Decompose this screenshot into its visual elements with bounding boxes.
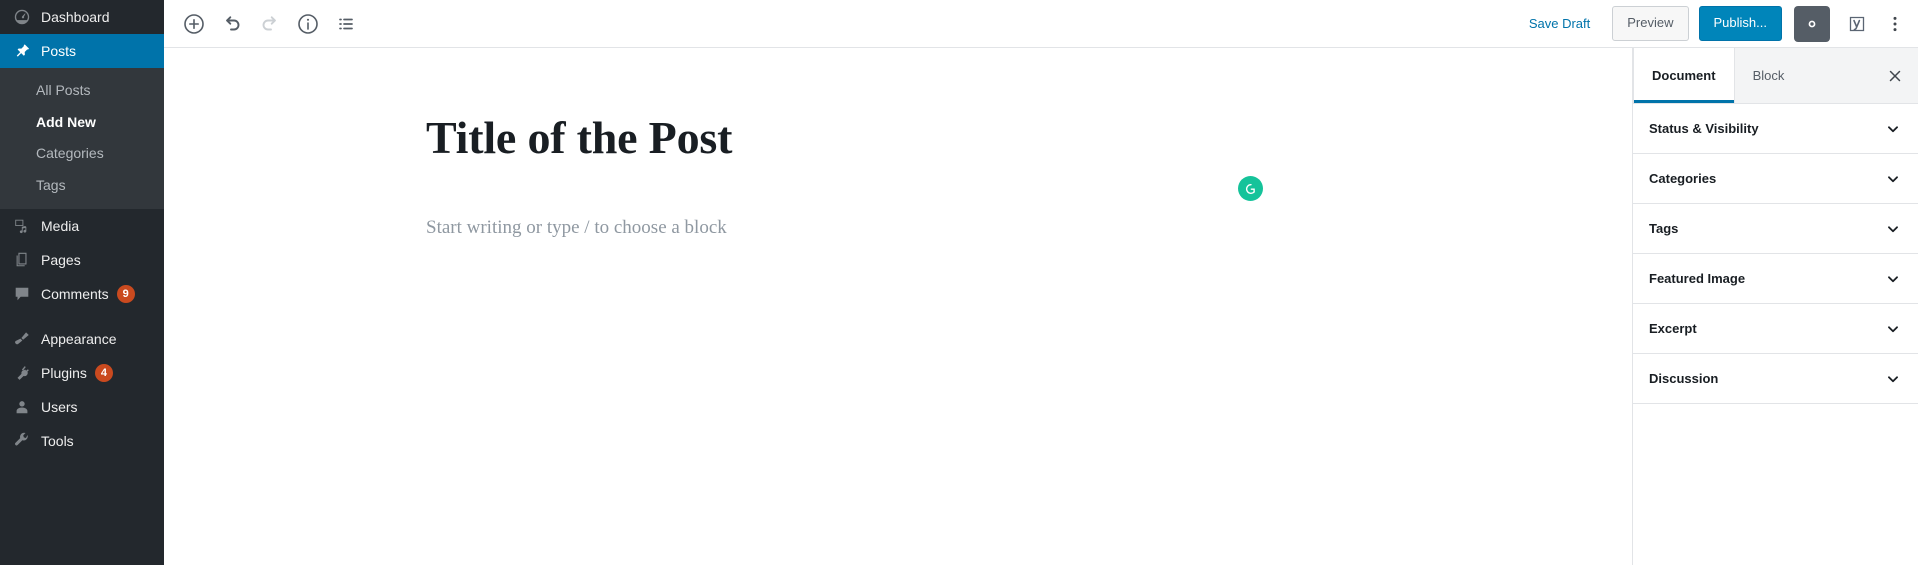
gear-icon[interactable]: [1794, 5, 1830, 42]
panel-featured-image[interactable]: Featured Image: [1633, 254, 1918, 304]
settings-sidebar-tabs: Document Block: [1633, 48, 1918, 104]
panel-title: Featured Image: [1649, 271, 1746, 286]
post-title-input[interactable]: Title of the Post: [426, 110, 1036, 165]
sidebar-item-label: Plugins: [41, 365, 87, 382]
comment-icon: [12, 284, 32, 304]
chevron-down-icon: [1884, 270, 1902, 288]
undo-icon[interactable]: [214, 6, 250, 42]
media-icon: [12, 216, 32, 236]
sidebar-item-label: Appearance: [41, 331, 117, 348]
panel-title: Tags: [1649, 221, 1679, 236]
sidebar-item-label: Users: [41, 399, 78, 416]
sidebar-item-dashboard[interactable]: Dashboard: [0, 0, 164, 34]
editor-canvas[interactable]: Title of the Post Start writing or type …: [164, 48, 1632, 565]
sidebar-item-label: Tools: [41, 433, 74, 450]
pages-icon: [12, 250, 32, 270]
sidebar-item-label: Media: [41, 218, 80, 235]
panel-status-and-visibility[interactable]: Status & Visibility: [1633, 104, 1918, 154]
tab-block[interactable]: Block: [1735, 48, 1803, 103]
chevron-down-icon: [1884, 320, 1902, 338]
tab-document[interactable]: Document: [1633, 48, 1735, 103]
sidebar-item-tools[interactable]: Tools: [0, 424, 164, 458]
preview-button[interactable]: Preview: [1612, 6, 1689, 41]
block-navigation-icon[interactable]: [328, 6, 364, 42]
panel-categories[interactable]: Categories: [1633, 154, 1918, 204]
chevron-down-icon: [1884, 170, 1902, 188]
chevron-down-icon: [1884, 370, 1902, 388]
sidebar-item-users[interactable]: Users: [0, 390, 164, 424]
dashboard-icon: [12, 7, 32, 27]
sidebar-item-pages[interactable]: Pages: [0, 243, 164, 277]
submenu-item-categories[interactable]: Categories: [0, 138, 164, 170]
editor-main: Save Draft Preview Publish... Title of t…: [164, 0, 1918, 565]
chevron-down-icon: [1884, 220, 1902, 238]
panel-title: Categories: [1649, 171, 1717, 186]
sidebar-item-posts[interactable]: Posts: [0, 34, 164, 68]
sidebar-item-appearance[interactable]: Appearance: [0, 322, 164, 356]
comments-count-badge: 9: [116, 285, 135, 304]
close-icon[interactable]: [1872, 48, 1918, 103]
editor-body: Title of the Post Start writing or type …: [164, 48, 1918, 565]
sidebar-item-media[interactable]: Media: [0, 209, 164, 243]
redo-icon: [252, 6, 288, 42]
wordpress-block-editor: Dashboard Posts All Posts Add New Catego…: [0, 0, 1918, 565]
info-icon[interactable]: [290, 6, 326, 42]
sidebar-item-label: Pages: [41, 252, 81, 269]
block-placeholder-text[interactable]: Start writing or type / to choose a bloc…: [426, 217, 1036, 239]
brush-icon: [12, 329, 32, 349]
submenu-item-add-new[interactable]: Add New: [0, 107, 164, 139]
panel-title: Status & Visibility: [1649, 121, 1759, 136]
publish-button[interactable]: Publish...: [1698, 6, 1782, 41]
sidebar-item-label: Comments: [41, 286, 109, 303]
editor-header-left-tools: [164, 6, 366, 42]
sidebar-item-comments[interactable]: Comments 9: [0, 277, 164, 311]
sidebar-item-plugins[interactable]: Plugins 4: [0, 356, 164, 390]
panel-tags[interactable]: Tags: [1633, 204, 1918, 254]
user-icon: [12, 397, 32, 417]
plug-icon: [12, 363, 32, 383]
submenu-item-tags[interactable]: Tags: [0, 170, 164, 202]
post-content-wrap: Title of the Post Start writing or type …: [164, 48, 1632, 239]
grammarly-icon[interactable]: [1238, 176, 1263, 201]
panel-excerpt[interactable]: Excerpt: [1633, 304, 1918, 354]
post-content-inner: Title of the Post Start writing or type …: [426, 110, 1263, 239]
save-draft-button[interactable]: Save Draft: [1519, 10, 1600, 37]
posts-submenu: All Posts Add New Categories Tags: [0, 68, 164, 210]
submenu-item-all-posts[interactable]: All Posts: [0, 75, 164, 107]
panel-title: Discussion: [1649, 371, 1719, 386]
sidebar-item-label: Posts: [41, 43, 77, 59]
sidebar-divider: [0, 311, 164, 322]
editor-header-toolbar: Save Draft Preview Publish...: [164, 0, 1918, 48]
settings-sidebar: Document Block Status & Visibility Categ…: [1632, 48, 1918, 565]
add-block-icon[interactable]: [176, 6, 212, 42]
editor-header-right-tools: Save Draft Preview Publish...: [1519, 5, 1918, 42]
more-options-icon[interactable]: [1880, 6, 1910, 42]
sidebar-item-label: Dashboard: [41, 9, 110, 25]
plugins-count-badge: 4: [94, 364, 113, 383]
yoast-seo-icon[interactable]: [1840, 6, 1874, 42]
wrench-icon: [12, 431, 32, 451]
chevron-down-icon: [1884, 120, 1902, 138]
pin-icon: [12, 41, 32, 61]
panel-discussion[interactable]: Discussion: [1633, 354, 1918, 404]
panel-title: Excerpt: [1649, 321, 1697, 336]
admin-sidebar: Dashboard Posts All Posts Add New Catego…: [0, 0, 164, 565]
